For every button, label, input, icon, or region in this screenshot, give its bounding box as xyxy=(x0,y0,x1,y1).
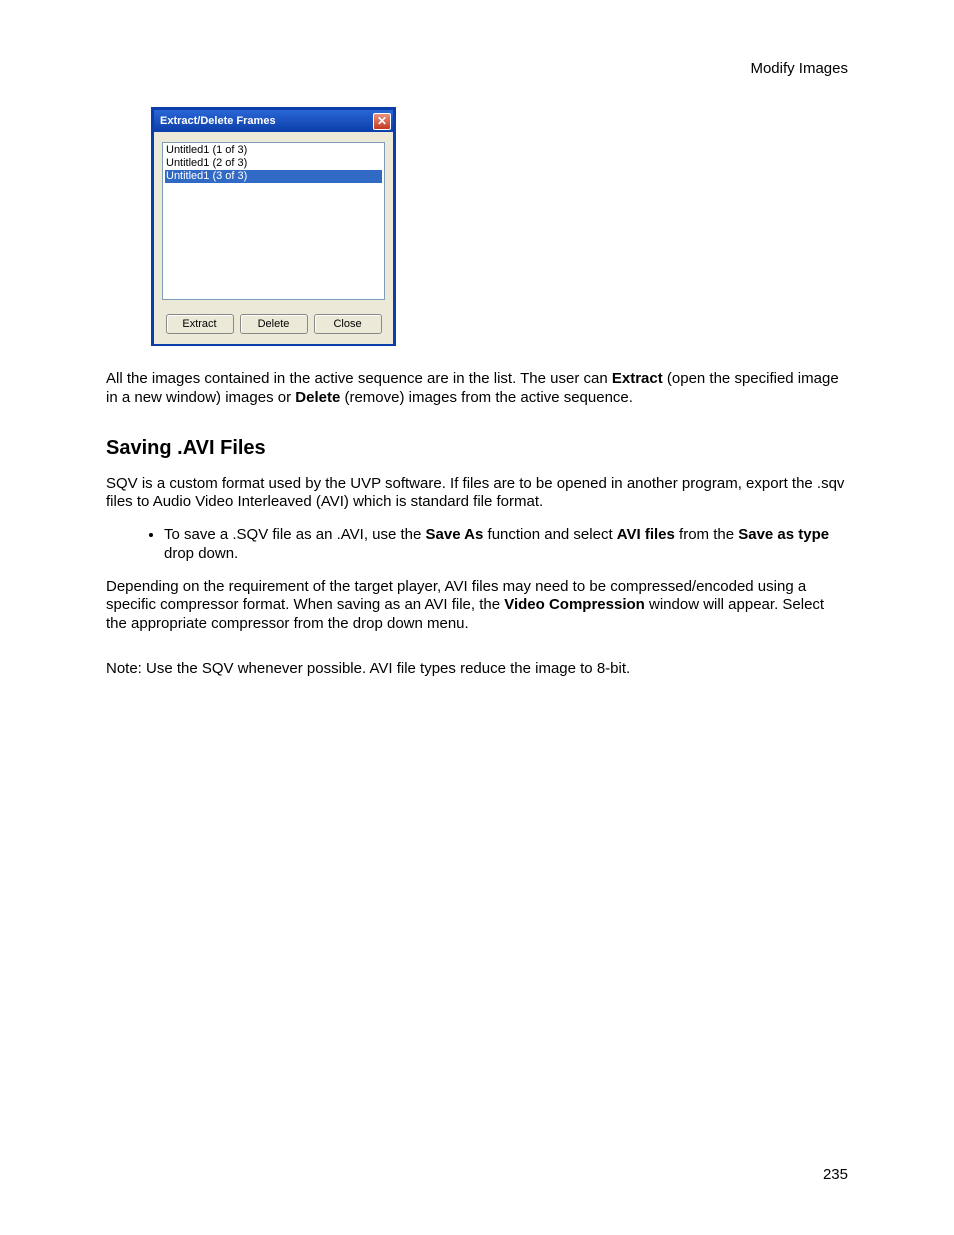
text-bold: Extract xyxy=(612,370,663,387)
text: To save a .SQV file as an .AVI, use the xyxy=(164,526,426,543)
list-item[interactable]: Untitled1 (1 of 3) xyxy=(165,144,382,157)
dialog-title: Extract/Delete Frames xyxy=(160,115,276,127)
page-header: Modify Images xyxy=(106,60,848,77)
bullet-save-as: To save a .SQV file as an .AVI, use the … xyxy=(164,526,848,564)
frames-listbox[interactable]: Untitled1 (1 of 3) Untitled1 (2 of 3) Un… xyxy=(162,142,385,300)
text: (remove) images from the active sequence… xyxy=(340,389,633,406)
dialog-button-row: Extract Delete Close xyxy=(162,314,385,334)
paragraph-note: Note: Use the SQV whenever possible. AVI… xyxy=(106,660,848,679)
text: All the images contained in the active s… xyxy=(106,370,612,387)
page-number: 235 xyxy=(823,1166,848,1183)
list-item[interactable]: Untitled1 (3 of 3) xyxy=(165,170,382,183)
paragraph-extract-delete: All the images contained in the active s… xyxy=(106,370,848,408)
delete-button[interactable]: Delete xyxy=(240,314,308,334)
text-bold: Video Compression xyxy=(504,596,645,613)
extract-button[interactable]: Extract xyxy=(166,314,234,334)
text: from the xyxy=(675,526,738,543)
paragraph-compression: Depending on the requirement of the targ… xyxy=(106,578,848,634)
dialog-titlebar: Extract/Delete Frames ✕ xyxy=(154,110,393,132)
paragraph-sqv-intro: SQV is a custom format used by the UVP s… xyxy=(106,475,848,513)
extract-delete-dialog: Extract/Delete Frames ✕ Untitled1 (1 of … xyxy=(151,107,396,346)
close-icon[interactable]: ✕ xyxy=(373,113,391,130)
list-item[interactable]: Untitled1 (2 of 3) xyxy=(165,157,382,170)
dialog-body: Untitled1 (1 of 3) Untitled1 (2 of 3) Un… xyxy=(154,132,393,346)
text-bold: AVI files xyxy=(617,526,675,543)
text: drop down. xyxy=(164,545,238,562)
text: function and select xyxy=(483,526,616,543)
section-heading: Saving .AVI Files xyxy=(106,436,848,461)
text-bold: Delete xyxy=(295,389,340,406)
close-button[interactable]: Close xyxy=(314,314,382,334)
text-bold: Save as type xyxy=(738,526,829,543)
text-bold: Save As xyxy=(426,526,484,543)
